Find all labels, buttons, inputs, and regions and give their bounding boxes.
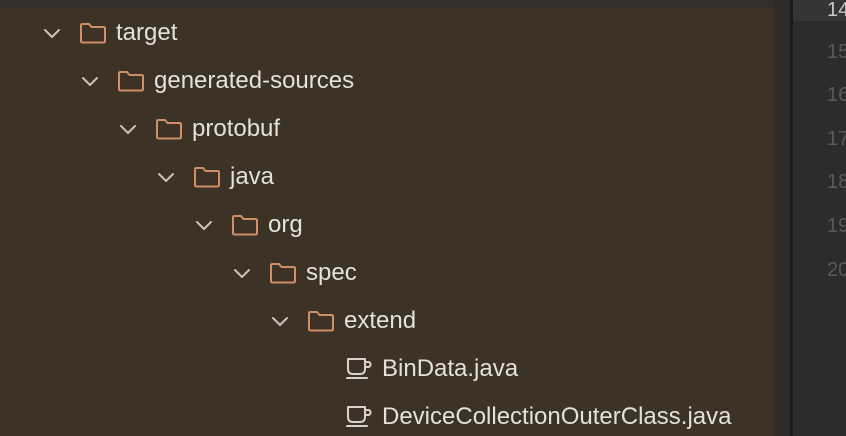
tree-item-spec[interactable]: spec	[0, 249, 774, 297]
tree-item-label: DeviceCollectionOuterClass.java	[382, 403, 732, 430]
folder-icon	[230, 201, 260, 249]
line-number: 15	[827, 41, 846, 63]
tree-item-label: spec	[306, 259, 357, 286]
folder-icon	[192, 153, 222, 201]
folder-icon	[78, 9, 108, 57]
line-number: 14	[827, 0, 846, 21]
line-number: 20	[827, 259, 846, 281]
chevron-down-icon[interactable]	[80, 57, 100, 105]
chevron-down-icon[interactable]	[42, 9, 62, 57]
chevron-down-icon[interactable]	[156, 153, 176, 201]
tree-item-java[interactable]: java	[0, 153, 774, 201]
line-number: 16	[827, 84, 846, 106]
java-file-icon	[344, 345, 374, 393]
tree-item-label: BinData.java	[382, 355, 519, 382]
tree-item-label: generated-sources	[154, 67, 355, 94]
line-number: 19	[827, 215, 846, 237]
tree-item-generated-sources[interactable]: generated-sources	[0, 57, 774, 105]
tree-scrollbar[interactable]	[774, 0, 790, 436]
panel-top-strip	[0, 0, 774, 8]
folder-icon	[154, 105, 184, 153]
folder-icon	[116, 57, 146, 105]
folder-icon	[306, 297, 336, 345]
tree-item-label: protobuf	[192, 115, 281, 142]
folder-icon	[268, 249, 298, 297]
chevron-down-icon[interactable]	[270, 297, 290, 345]
tree-item-devicecollectionouterclass-java[interactable]: DeviceCollectionOuterClass.java	[0, 393, 774, 436]
chevron-down-icon[interactable]	[232, 249, 252, 297]
tree-item-org[interactable]: org	[0, 201, 774, 249]
tree-item-label: target	[116, 19, 178, 46]
line-number: 18	[827, 171, 846, 193]
tree-item-target[interactable]: target	[0, 9, 774, 57]
java-file-icon	[344, 393, 374, 436]
line-number: 17	[827, 128, 846, 150]
chevron-down-icon[interactable]	[194, 201, 214, 249]
tree-item-label: extend	[344, 307, 417, 334]
chevron-down-icon[interactable]	[118, 105, 138, 153]
editor-gutter: 14 15 16 17 18 19 20	[793, 0, 846, 436]
tree-item-protobuf[interactable]: protobuf	[0, 105, 774, 153]
tree-item-bindata-java[interactable]: BinData.java	[0, 345, 774, 393]
project-tree-panel: target generated-sources protobuf java o…	[0, 0, 774, 436]
tree-item-extend[interactable]: extend	[0, 297, 774, 345]
tree-item-label: java	[230, 163, 275, 190]
tree-item-label: org	[268, 211, 303, 238]
